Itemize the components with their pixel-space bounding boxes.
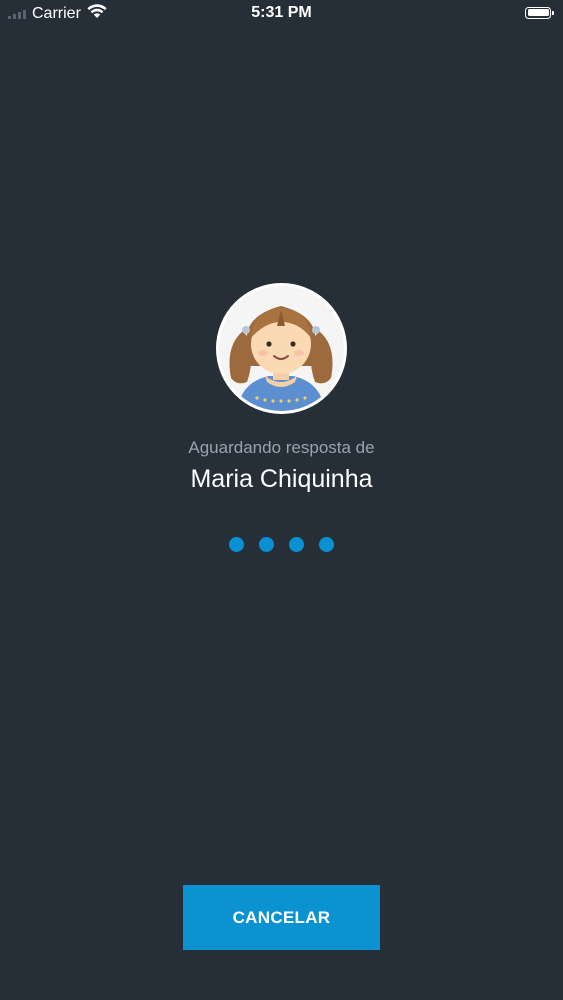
girl-avatar-icon (219, 286, 344, 411)
status-bar: Carrier 5:31 PM (0, 0, 563, 28)
loading-dot (259, 537, 274, 552)
loading-dot (289, 537, 304, 552)
battery-icon (525, 6, 555, 19)
contact-name: Maria Chiquinha (190, 465, 373, 493)
cancel-button[interactable]: CANCELAR (183, 885, 380, 950)
waiting-label: Aguardando resposta de (188, 438, 375, 457)
contact-avatar (216, 283, 347, 414)
status-time: 5:31 PM (251, 4, 312, 21)
loading-indicator (229, 537, 334, 552)
loading-dot (319, 537, 334, 552)
loading-dot (229, 537, 244, 552)
